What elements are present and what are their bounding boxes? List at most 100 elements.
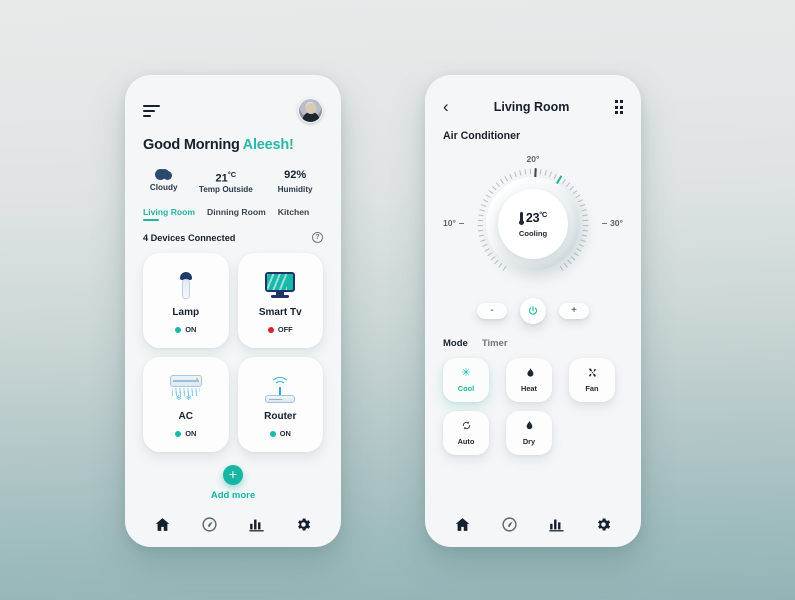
flame-icon <box>524 367 535 380</box>
user-name: Aleesh! <box>242 137 294 153</box>
weather-humidity: 92% Humidity <box>267 167 323 194</box>
device-card-lamp[interactable]: Lamp ON <box>143 253 229 348</box>
bottom-navigation <box>425 501 641 547</box>
air-conditioner-icon: ❄❄ <box>169 371 202 407</box>
thermometer-icon <box>518 211 524 225</box>
device-status: ON <box>175 429 196 438</box>
device-name: Smart Tv <box>258 307 302 318</box>
dial-temperature: 23°C <box>526 210 547 225</box>
water-drop-icon <box>524 420 535 433</box>
home-screen-content: Good Morning Aleesh! Cloudy 21°C Temp Out… <box>125 75 341 547</box>
question-mark-icon[interactable]: ? <box>312 232 323 243</box>
speedometer-icon[interactable] <box>501 516 518 533</box>
home-icon[interactable] <box>154 516 171 533</box>
mode-grid: ✳ Cool Heat Fan Auto Dry <box>443 358 623 455</box>
increase-temperature-button[interactable]: + <box>559 303 589 319</box>
refresh-icon <box>461 420 472 433</box>
mode-button-cool[interactable]: ✳ Cool <box>443 358 489 402</box>
bottom-navigation <box>125 501 341 547</box>
device-grid: Lamp ON Smart Tv OFF ❄❄ AC ON Router ON <box>143 253 323 452</box>
weather-strip: Cloudy 21°C Temp Outside 92% Humidity <box>143 167 323 194</box>
weather-condition-label: Cloudy <box>149 183 178 192</box>
weather-temp: 21°C Temp Outside <box>184 167 267 194</box>
greeting-text: Good Morning <box>143 137 240 153</box>
weather-temp-label: Temp Outside <box>198 185 253 194</box>
bar-chart-icon[interactable] <box>248 516 265 533</box>
device-status: ON <box>175 325 196 334</box>
grid-dots-icon[interactable] <box>614 100 623 114</box>
status-label: OFF <box>277 325 293 334</box>
gear-icon[interactable] <box>295 516 312 533</box>
dial-status: Cooling <box>518 228 548 238</box>
dial-controls: - + <box>443 298 623 324</box>
temp-unit: °C <box>227 170 237 179</box>
tab-living-room[interactable]: Living Room <box>143 207 195 221</box>
plus-icon[interactable]: + <box>223 465 243 485</box>
weather-humidity-label: Humidity <box>277 185 313 194</box>
ac-topbar: ‹ Living Room <box>443 75 623 115</box>
mode-button-auto[interactable]: Auto <box>443 411 489 455</box>
mode-timer-tabs: Mode Timer <box>443 338 623 349</box>
mode-label: Dry <box>522 437 536 446</box>
dial-temperature-row: 23°C <box>518 210 547 226</box>
mode-button-dry[interactable]: Dry <box>506 411 552 455</box>
fan-icon <box>587 367 598 380</box>
device-name: AC <box>178 411 193 422</box>
status-dot-on <box>175 326 182 333</box>
tab-kitchen[interactable]: Kitchen <box>278 207 310 220</box>
device-card-router[interactable]: Router ON <box>237 357 323 452</box>
status-dot-on <box>269 430 276 437</box>
router-icon <box>265 371 296 407</box>
dial-temp-number: 23 <box>525 211 540 226</box>
device-card-smart-tv[interactable]: Smart Tv OFF <box>237 253 323 348</box>
avatar[interactable] <box>298 98 323 123</box>
dial-label-right: 30° <box>602 218 623 228</box>
gear-icon[interactable] <box>595 516 612 533</box>
snowflake-icon: ✳ <box>461 367 471 379</box>
dial-label-left: 10° <box>443 218 464 228</box>
tab-mode[interactable]: Mode <box>443 338 468 349</box>
hamburger-icon[interactable] <box>143 104 160 117</box>
weather-condition: Cloudy <box>143 167 184 194</box>
tab-dinning-room[interactable]: Dinning Room <box>207 207 266 220</box>
device-card-ac[interactable]: ❄❄ AC ON <box>143 357 229 452</box>
ac-screen-content: ‹ Living Room Air Conditioner 20° 10° 30… <box>425 75 641 547</box>
mode-label: Cool <box>457 384 475 393</box>
status-dot-off <box>267 326 274 333</box>
mode-button-heat[interactable]: Heat <box>506 358 552 402</box>
add-more-section: + Add more <box>143 465 323 501</box>
dial-temp-unit: °C <box>539 210 548 220</box>
home-icon[interactable] <box>454 516 471 533</box>
status-label: ON <box>185 325 197 334</box>
power-button[interactable] <box>520 298 546 324</box>
mode-label: Auto <box>457 437 475 446</box>
tab-timer[interactable]: Timer <box>482 338 508 349</box>
cloud-icon <box>155 169 173 180</box>
dial-face: 23°C Cooling <box>498 189 568 259</box>
devices-connected-count: 4 Devices Connected <box>143 232 236 243</box>
ac-subtitle: Air Conditioner <box>443 130 521 142</box>
chevron-left-icon[interactable]: ‹ <box>443 98 449 115</box>
ac-page-title: Living Room <box>493 100 570 114</box>
television-icon <box>265 267 296 303</box>
page-title: Good Morning Aleesh! <box>143 137 323 153</box>
mode-button-fan[interactable]: Fan <box>569 358 615 402</box>
device-name: Router <box>264 411 297 422</box>
devices-header: 4 Devices Connected ? <box>143 232 323 243</box>
status-label: ON <box>279 429 291 438</box>
speedometer-icon[interactable] <box>201 516 218 533</box>
temperature-dial-zone: 20° 10° 30° 23°C Cooling <box>443 154 623 288</box>
add-more-button[interactable]: Add more <box>143 490 323 501</box>
device-status: OFF <box>267 325 293 334</box>
status-label: ON <box>185 429 197 438</box>
device-name: Lamp <box>172 307 200 318</box>
status-dot-on <box>175 430 182 437</box>
mode-label: Fan <box>585 384 599 393</box>
weather-humidity-value: 92% <box>284 169 307 181</box>
temperature-dial[interactable]: 23°C Cooling <box>477 168 589 280</box>
bar-chart-icon[interactable] <box>548 516 565 533</box>
weather-temp-value: 21°C <box>184 167 267 185</box>
room-tabs: Living Room Dinning Room Kitchen <box>143 207 323 221</box>
decrease-temperature-button[interactable]: - <box>477 303 507 319</box>
dial-label-top: 20° <box>526 154 540 164</box>
